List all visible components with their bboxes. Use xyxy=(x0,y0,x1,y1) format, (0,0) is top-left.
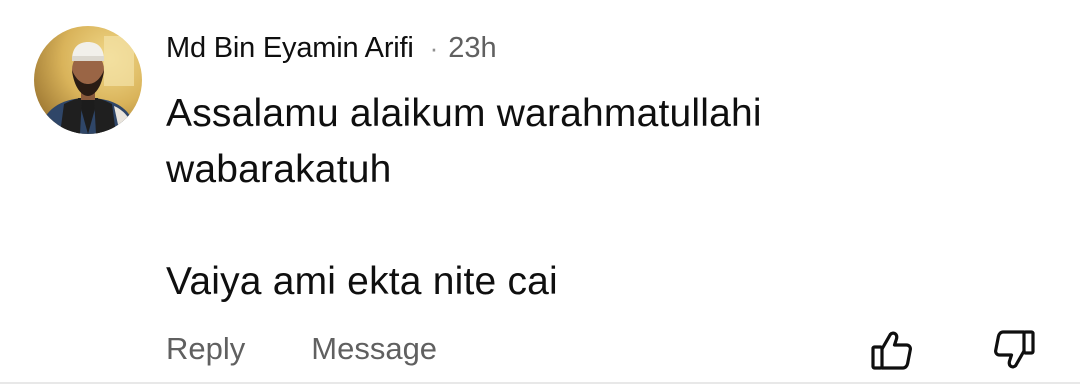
comment-text: Assalamu alaikum warahmatullahi wabaraka… xyxy=(166,86,1046,310)
reply-button[interactable]: Reply xyxy=(166,331,245,367)
comment-header: Md Bin Eyamin Arifi · 23h xyxy=(166,30,497,66)
avatar[interactable] xyxy=(34,26,142,134)
comment-item: Md Bin Eyamin Arifi · 23h Assalamu alaik… xyxy=(0,0,1080,384)
thumbs-up-icon xyxy=(871,331,912,370)
author-name[interactable]: Md Bin Eyamin Arifi xyxy=(166,32,414,65)
timestamp: 23h xyxy=(448,31,497,64)
dislike-button[interactable] xyxy=(990,326,1038,374)
avatar-image xyxy=(34,26,142,134)
thumbs-down-icon xyxy=(994,330,1035,369)
comment-text-blank-line xyxy=(166,198,1046,254)
message-button[interactable]: Message xyxy=(311,331,437,367)
comment-actions: Reply Message xyxy=(166,328,437,370)
comment-text-line: Assalamu alaikum warahmatullahi xyxy=(166,92,762,135)
comment-text-line: wabarakatuh xyxy=(166,148,392,191)
like-button[interactable] xyxy=(868,326,916,374)
comment-text-line: Vaiya ami ekta nite cai xyxy=(166,260,558,303)
separator-dot: · xyxy=(429,32,439,63)
